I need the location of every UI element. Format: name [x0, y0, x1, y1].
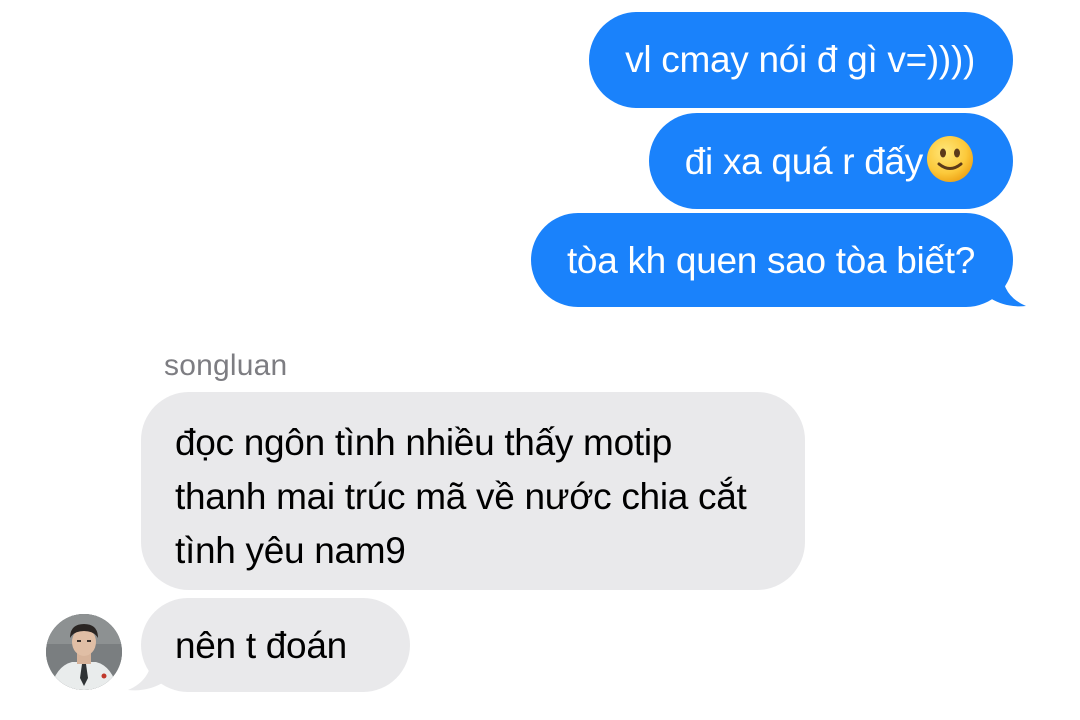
slightly-smiling-face-icon — [927, 136, 973, 182]
message-text: đi xa quá r đấy — [684, 141, 924, 182]
message-text: nên t đoán — [175, 625, 347, 666]
avatar-photo-icon — [46, 614, 122, 690]
sent-bubble-tail — [988, 270, 1026, 307]
sent-message-bubble[interactable]: đi xa quá r đấy — [648, 113, 1013, 209]
sender-name: songluan — [164, 349, 288, 382]
sent-message-bubble[interactable]: tòa kh quen sao tòa biết? — [530, 213, 1013, 307]
message-text: vl cmay nói đ gì v=)))) — [625, 39, 975, 80]
received-bubble-tail — [128, 654, 166, 691]
sent-message-bubble[interactable]: vl cmay nói đ gì v=)))) — [589, 12, 1013, 108]
avatar[interactable] — [46, 614, 122, 690]
received-message-bubble[interactable]: đọc ngôn tình nhiều thấy motip thanh mai… — [141, 392, 805, 590]
message-text: tòa kh quen sao tòa biết? — [566, 240, 975, 281]
message-text: đọc ngôn tình nhiều thấy motip thanh mai… — [175, 422, 747, 571]
received-message-bubble[interactable]: nên t đoán — [141, 598, 410, 692]
